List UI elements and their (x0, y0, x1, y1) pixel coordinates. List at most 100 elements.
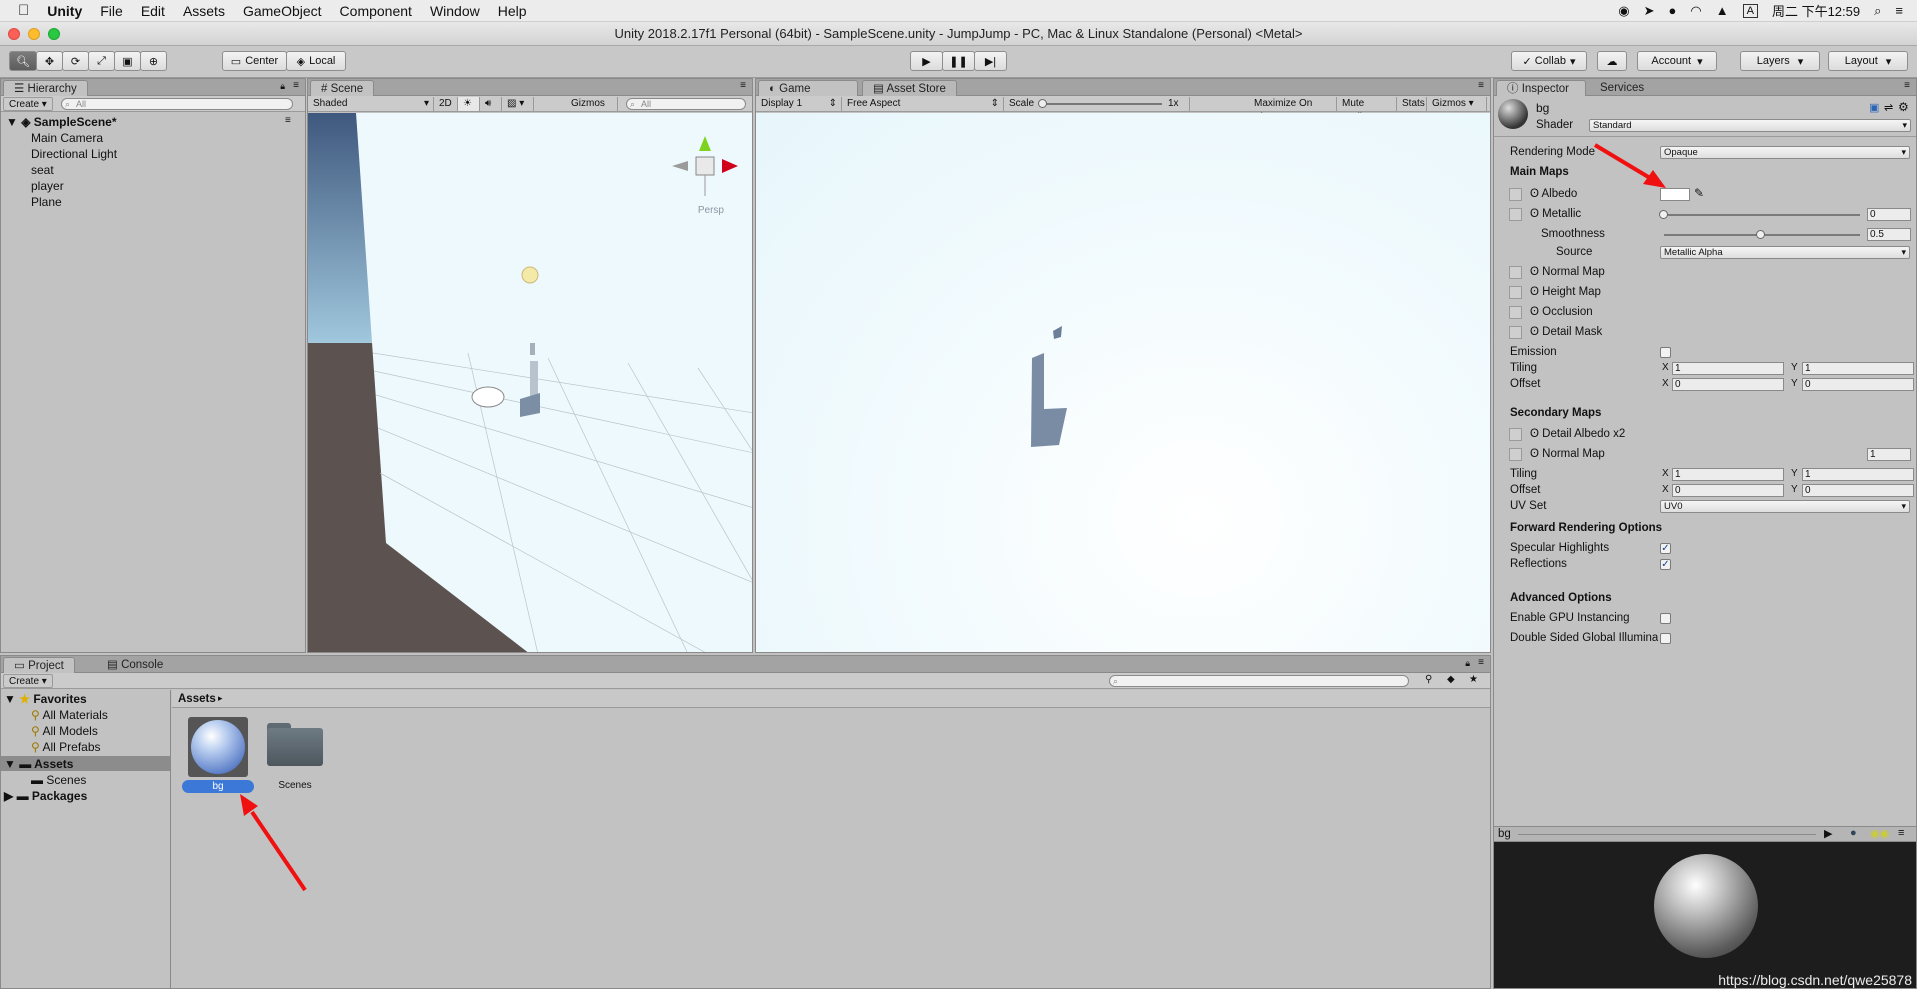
normal-map-slot[interactable] (1509, 266, 1522, 279)
eyedropper-icon[interactable]: ✎ (1694, 186, 1704, 200)
scene-root-item[interactable]: ▼ ◈ SampleScene* (6, 115, 117, 129)
menu-component[interactable]: Component (331, 3, 421, 19)
hierarchy-item[interactable]: player (31, 179, 64, 193)
favorites-item[interactable]: ▼ ★ Favorites (4, 692, 87, 706)
packages-folder-item[interactable]: ▶ ▬ Packages (4, 789, 87, 803)
smoothness-value-field[interactable]: 0.5 (1867, 228, 1911, 241)
hand-tool-button[interactable]: 🔍︎ (9, 51, 37, 71)
scenes-folder-item[interactable]: ▬ Scenes (31, 773, 86, 787)
specular-checkbox[interactable]: ✓ (1660, 543, 1671, 554)
shader-dropdown[interactable]: Standard (1589, 119, 1911, 132)
rotate-tool-button[interactable]: ⟳ (62, 51, 89, 71)
filter-type-icon[interactable]: ⚲ (1425, 674, 1432, 685)
wifi-icon[interactable]: ◠ (1690, 3, 1701, 19)
scene-gizmos-dropdown[interactable]: Gizmos ▾ (566, 97, 618, 123)
layers-dropdown[interactable]: Layers ▾ (1740, 51, 1820, 71)
offset-x-field[interactable]: 0 (1672, 378, 1784, 391)
notification-icon[interactable]: ● (1669, 3, 1677, 18)
pivot-center-toggle[interactable]: ▭ Center (222, 51, 287, 71)
gear-icon[interactable]: ⚙ (1898, 100, 1909, 114)
favorite-item[interactable]: ⚲ All Materials (31, 708, 108, 722)
panel-menu-icon[interactable]: ≡ (1478, 657, 1484, 668)
step-button[interactable]: ▶| (974, 51, 1007, 71)
tiling2-y-field[interactable]: 1 (1802, 468, 1914, 481)
shading-mode-dropdown[interactable]: Shaded ▾ (308, 97, 434, 111)
cloud-button[interactable]: ☁ (1597, 51, 1627, 71)
asset-label-bg[interactable]: bg (182, 780, 254, 793)
hierarchy-item[interactable]: seat (31, 163, 54, 177)
hierarchy-item[interactable]: Directional Light (31, 147, 117, 161)
scale-slider[interactable]: Scale 1x (1004, 97, 1190, 111)
hierarchy-create-dropdown[interactable]: Create ▾ (3, 97, 53, 111)
close-window-button[interactable] (8, 28, 20, 40)
rendering-mode-dropdown[interactable]: Opaque (1660, 146, 1910, 159)
layout-dropdown[interactable]: Layout ▾ (1828, 51, 1908, 71)
tab-scene[interactable]: # Scene (310, 80, 375, 96)
height-map-slot[interactable] (1509, 286, 1522, 299)
tiling2-x-field[interactable]: 1 (1672, 468, 1784, 481)
menu-help[interactable]: Help (489, 3, 536, 19)
offset2-x-field[interactable]: 0 (1672, 484, 1784, 497)
pivot-local-toggle[interactable]: ◈ Local (286, 51, 346, 71)
lock-icon[interactable]: 🔒︎ (280, 81, 285, 92)
menu-edit[interactable]: Edit (132, 3, 174, 19)
metallic-slider-knob[interactable] (1659, 210, 1668, 219)
persp-label[interactable]: Persp (698, 205, 724, 216)
smoothness-slider-knob[interactable] (1756, 230, 1765, 239)
reflections-checkbox[interactable]: ✓ (1660, 559, 1671, 570)
occlusion-slot[interactable] (1509, 306, 1522, 319)
book-icon[interactable]: ▣ (1869, 101, 1879, 114)
play-button[interactable]: ▶ (910, 51, 943, 71)
tab-services[interactable]: Services (1590, 80, 1654, 96)
filter-label-icon[interactable]: ◆ (1447, 674, 1455, 685)
gpu-instancing-checkbox[interactable] (1660, 613, 1671, 624)
tab-project[interactable]: ▭ Project (3, 657, 75, 673)
input-method-icon[interactable]: A (1742, 3, 1758, 18)
display-dropdown[interactable]: Display 1 ⇕ (756, 97, 842, 111)
stats-toggle[interactable]: Stats (1397, 97, 1427, 111)
asset-tile-scenes[interactable] (267, 723, 323, 767)
menu-gameobject[interactable]: GameObject (234, 3, 331, 19)
game-viewport[interactable] (756, 113, 1490, 652)
menu-app-name[interactable]: Unity (38, 3, 91, 19)
wechat-icon[interactable]: ◉ (1618, 3, 1629, 19)
scale-tool-button[interactable]: ⤢ (88, 51, 115, 71)
tiling-y-field[interactable]: 1 (1802, 362, 1914, 375)
material-preview[interactable]: https://blog.csdn.net/qwe25878 (1494, 842, 1916, 988)
minimize-window-button[interactable] (28, 28, 40, 40)
hierarchy-item[interactable]: Plane (31, 195, 62, 209)
panel-menu-icon[interactable]: ≡ (1478, 80, 1484, 91)
tab-hierarchy[interactable]: ☰ Hierarchy (3, 80, 88, 96)
hierarchy-search-input[interactable]: ⌕ All (61, 98, 293, 110)
breadcrumb-assets[interactable]: Assets (178, 693, 216, 705)
preview-menu-icon[interactable]: ≡ (1898, 827, 1904, 839)
aspect-dropdown[interactable]: Free Aspect ⇕ (842, 97, 1004, 111)
metallic-texture-slot[interactable] (1509, 208, 1522, 221)
maximize-on-play-toggle[interactable]: Maximize On Play (1249, 97, 1337, 123)
panel-menu-icon[interactable]: ≡ (740, 80, 746, 91)
scene-orientation-gizmo[interactable] (670, 131, 740, 201)
scene-menu-icon[interactable]: ≡ (285, 115, 291, 126)
offset2-y-field[interactable]: 0 (1802, 484, 1914, 497)
transform-tool-button[interactable]: ⊕ (140, 51, 167, 71)
assets-folder-item[interactable]: ▼ ▬ Assets (4, 757, 73, 771)
apple-icon[interactable]:  (0, 2, 38, 19)
emission-checkbox[interactable] (1660, 347, 1671, 358)
panel-menu-icon[interactable]: ≡ (293, 80, 299, 91)
metallic-value-field[interactable]: 0 (1867, 208, 1911, 221)
albedo-color-swatch[interactable] (1660, 188, 1690, 201)
mute-audio-toggle[interactable]: Mute Audio (1337, 97, 1397, 123)
rect-tool-button[interactable]: ▣ (114, 51, 141, 71)
hierarchy-item[interactable]: Main Camera (31, 131, 103, 145)
menu-assets[interactable]: Assets (174, 3, 234, 19)
clock[interactable]: 周二 下午12:59 (1772, 1, 1860, 20)
uv-set-dropdown[interactable]: UV0 (1660, 500, 1910, 513)
favorite-item[interactable]: ⚲ All Models (31, 724, 98, 738)
panel-menu-icon[interactable]: ≡ (1904, 80, 1910, 91)
secondary-normal-map-slot[interactable] (1509, 448, 1522, 461)
asset-tile-bg[interactable] (188, 717, 248, 777)
game-gizmos-dropdown[interactable]: Gizmos ▾ (1427, 97, 1487, 111)
zoom-window-button[interactable] (48, 28, 60, 40)
scale-knob[interactable] (1038, 99, 1047, 108)
eject-icon[interactable]: ▲ (1716, 3, 1729, 18)
